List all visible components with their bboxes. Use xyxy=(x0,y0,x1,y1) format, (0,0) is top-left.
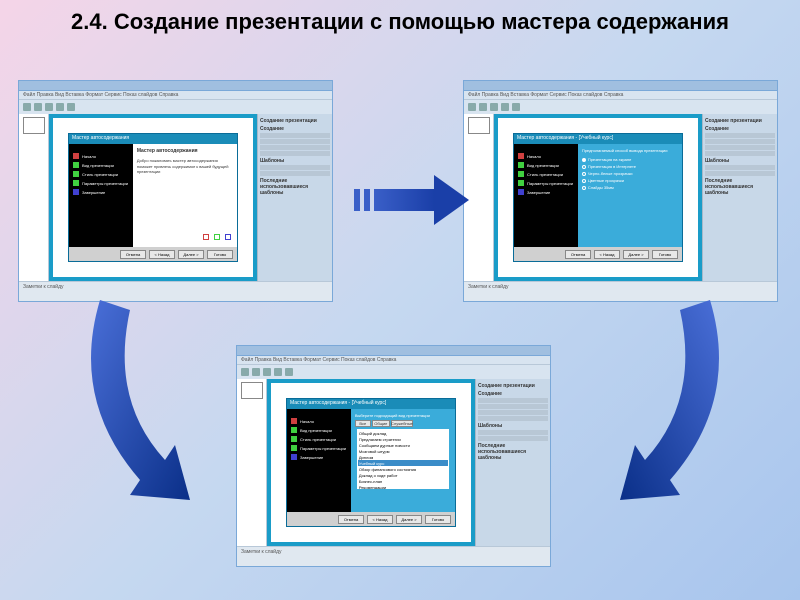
wizard-dialog: Мастер автосодержания - [Учебный курс] Н… xyxy=(286,398,456,527)
slide-editor: Мастер автосодержания - [Учебный курс] Н… xyxy=(267,379,475,546)
slide-editor: Мастер автосодержания Начало Вид презент… xyxy=(49,114,257,281)
notes-pane: Заметки к слайду xyxy=(237,546,550,566)
dialog-title: Мастер автосодержания xyxy=(69,134,237,144)
finish-button[interactable]: Готово xyxy=(652,250,678,259)
slide-title: 2.4. Создание презентации с помощью маст… xyxy=(0,0,800,47)
screenshot-step3: Файл Правка Вид Вставка Формат Сервис По… xyxy=(236,345,551,567)
wizard-content: Мастер автосодержания Добро пожаловать м… xyxy=(133,144,237,247)
wizard-content: Выберите подходящий вид презентации Все … xyxy=(351,409,455,512)
task-pane: Создание презентации Создание Шаблоны По… xyxy=(257,114,332,281)
dialog-title: Мастер автосодержания - [Учебный курс] xyxy=(287,399,455,409)
back-button[interactable]: < Назад xyxy=(149,250,175,259)
back-button[interactable]: < Назад xyxy=(367,515,393,524)
menu-bar: Файл Правка Вид Вставка Формат Сервис По… xyxy=(19,91,332,100)
toolbar xyxy=(464,100,777,114)
slide-thumbnails xyxy=(19,114,49,281)
curved-arrow-right-icon xyxy=(550,300,750,530)
dialog-buttons: Отмена < Назад Далее > Готово xyxy=(287,512,455,526)
task-pane: Создание презентации Создание Шаблоны По… xyxy=(702,114,777,281)
notes-pane: Заметки к слайду xyxy=(19,281,332,301)
next-button[interactable]: Далее > xyxy=(396,515,422,524)
cancel-button[interactable]: Отмена xyxy=(565,250,591,259)
dialog-buttons: Отмена < Назад Далее > Готово xyxy=(514,247,682,261)
arrow-right-icon xyxy=(356,165,456,235)
window-titlebar xyxy=(19,81,332,91)
menu-bar: Файл Правка Вид Вставка Формат Сервис По… xyxy=(237,356,550,365)
screenshot-step1: Файл Правка Вид Вставка Формат Сервис По… xyxy=(18,80,333,302)
wizard-dialog: Мастер автосодержания Начало Вид презент… xyxy=(68,133,238,262)
curved-arrow-left-icon xyxy=(60,300,260,530)
cancel-button[interactable]: Отмена xyxy=(338,515,364,524)
toolbar xyxy=(237,365,550,379)
wizard-nav: Начало Вид презентации Стиль презентации… xyxy=(287,409,351,512)
window-titlebar xyxy=(464,81,777,91)
back-button[interactable]: < Назад xyxy=(594,250,620,259)
menu-bar: Файл Правка Вид Вставка Формат Сервис По… xyxy=(464,91,777,100)
wizard-content: Предполагаемый способ вывода презентации… xyxy=(578,144,682,247)
notes-pane: Заметки к слайду xyxy=(464,281,777,301)
wizard-nav: Начало Вид презентации Стиль презентации… xyxy=(514,144,578,247)
next-button[interactable]: Далее > xyxy=(178,250,204,259)
slide-editor: Мастер автосодержания - [Учебный курс] Н… xyxy=(494,114,702,281)
wizard-nav: Начало Вид презентации Стиль презентации… xyxy=(69,144,133,247)
task-pane: Создание презентации Создание Шаблоны По… xyxy=(475,379,550,546)
toolbar xyxy=(19,100,332,114)
wizard-dialog: Мастер автосодержания - [Учебный курс] Н… xyxy=(513,133,683,262)
screenshot-step2: Файл Правка Вид Вставка Формат Сервис По… xyxy=(463,80,778,302)
finish-button[interactable]: Готово xyxy=(425,515,451,524)
dialog-buttons: Отмена < Назад Далее > Готово xyxy=(69,247,237,261)
dialog-title: Мастер автосодержания - [Учебный курс] xyxy=(514,134,682,144)
window-titlebar xyxy=(237,346,550,356)
next-button[interactable]: Далее > xyxy=(623,250,649,259)
decorative-squares xyxy=(201,232,233,243)
finish-button[interactable]: Готово xyxy=(207,250,233,259)
cancel-button[interactable]: Отмена xyxy=(120,250,146,259)
